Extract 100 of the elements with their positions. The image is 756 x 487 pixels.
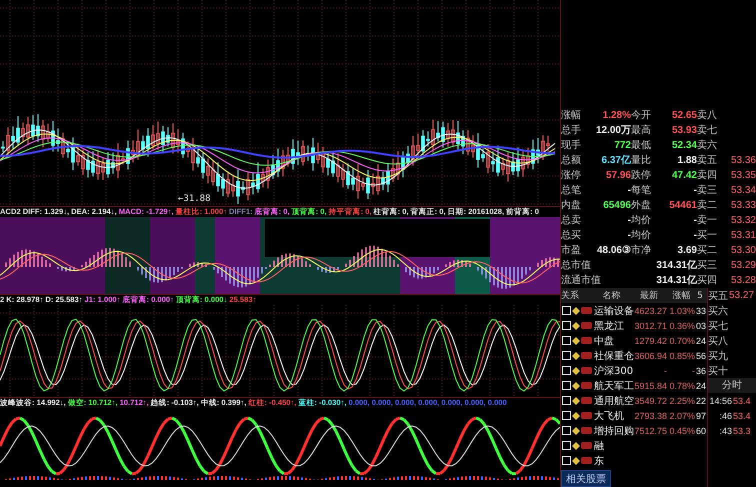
order-level: 卖七 <box>697 124 718 138</box>
order-price: 53.35 <box>730 169 756 183</box>
field-label: 均价 <box>631 229 652 243</box>
field-label: 总买 <box>561 228 582 243</box>
price-value: 1279.42 <box>633 336 667 346</box>
order-level: 卖四 <box>697 168 718 183</box>
checkbox[interactable] <box>562 351 571 360</box>
field-value: 314.31亿 <box>655 274 697 288</box>
table-cell: 24 <box>695 380 706 390</box>
change-value: 0.70% <box>668 336 695 346</box>
sector-name[interactable]: 社保重仓 <box>594 348 632 362</box>
trade-time: :43 <box>718 426 732 436</box>
field-label: 跌停 <box>631 168 652 183</box>
column-header[interactable]: 5 <box>697 290 707 300</box>
field-value: 65496 <box>602 199 631 213</box>
sector-name[interactable]: 融 <box>594 438 632 452</box>
tag-icon <box>581 352 592 359</box>
sector-name[interactable]: 东 <box>594 454 632 468</box>
field-value: 1.28% <box>602 109 631 123</box>
order-level: 卖三 <box>697 184 718 198</box>
field-label: 总卖 <box>561 214 582 228</box>
sector-name[interactable]: 中盘 <box>594 334 632 348</box>
table-cell: 24 <box>695 336 706 346</box>
column-header[interactable]: 名称 <box>590 289 632 302</box>
change-value: - <box>691 366 695 376</box>
sector-name[interactable]: 航天军工 <box>594 378 632 392</box>
checkbox[interactable] <box>562 306 571 315</box>
field-value: 52.34 <box>670 139 697 153</box>
order-level: 买七 <box>708 320 728 332</box>
checkbox[interactable] <box>562 321 571 330</box>
tag-icon <box>581 337 592 344</box>
change-value: 0.78% <box>668 380 695 390</box>
field-label: 量比 <box>631 154 652 168</box>
sector-name[interactable]: 通用航空 <box>594 394 632 408</box>
tag-icon <box>581 412 592 419</box>
checkbox[interactable] <box>562 426 571 435</box>
tab[interactable]: 相关股票 <box>561 470 611 487</box>
sector-name[interactable]: 沪深300 <box>594 364 632 378</box>
column-header[interactable]: 关系 <box>561 289 591 302</box>
checkbox[interactable] <box>562 336 571 345</box>
checkbox[interactable] <box>562 396 571 405</box>
change-value: 0.45% <box>668 426 695 436</box>
checkbox[interactable] <box>562 366 571 375</box>
field-label: 总笔 <box>561 184 582 198</box>
order-level: 卖八 <box>697 108 718 123</box>
order-price: 53.28 <box>730 274 756 288</box>
tag-icon <box>581 457 592 464</box>
price-value: 2793.38 <box>633 410 667 420</box>
field-label: 总手 <box>561 124 582 138</box>
panel-title: 分时 <box>708 378 756 393</box>
checkbox[interactable] <box>562 456 571 465</box>
field-value: - <box>692 229 697 243</box>
field-value: - <box>626 184 631 198</box>
change-value: 0.85% <box>668 350 695 360</box>
sector-name[interactable]: 黑龙江 <box>594 318 632 332</box>
order-price: 53.36 <box>730 154 756 168</box>
trade-price: 53.4 <box>733 396 751 406</box>
sector-name[interactable]: 增持回购 <box>594 424 632 438</box>
checkbox[interactable] <box>562 411 571 420</box>
field-label: 最低 <box>631 139 652 153</box>
order-price: 53.33 <box>730 199 756 213</box>
tag-icon <box>581 397 592 404</box>
order-level: 买二 <box>697 244 718 258</box>
field-label: 每笔 <box>631 184 652 198</box>
order-level: 买六 <box>708 304 728 318</box>
field-label: 市净 <box>631 244 652 258</box>
table-cell: 03 <box>695 320 706 330</box>
sector-name[interactable]: 运输设备 <box>594 304 632 318</box>
order-level: 卖五 <box>697 154 718 168</box>
order-level: 买一 <box>697 229 718 243</box>
column-header[interactable]: 涨幅 <box>666 289 698 302</box>
table-cell: 56 <box>695 350 706 360</box>
table-cell: 36 <box>695 366 706 376</box>
field-label: 涨停 <box>561 168 582 183</box>
trade-time: :46 <box>718 410 732 420</box>
field-value: - <box>626 229 631 243</box>
price-value: 7512.75 <box>634 426 667 436</box>
field-value: - <box>692 184 697 198</box>
sector-name[interactable]: 大飞机 <box>594 408 632 422</box>
column-header[interactable]: 最新 <box>632 289 666 302</box>
field-value: 52.65 <box>670 109 697 123</box>
order-level: 买九 <box>708 350 728 362</box>
field-value: - <box>692 214 697 228</box>
price-label: ←31.88 <box>178 194 211 204</box>
field-value: 47.42 <box>670 169 697 183</box>
field-label: 涨幅 <box>561 108 582 123</box>
price-value: 3012.71 <box>633 320 667 330</box>
field-value: 1.88 <box>676 154 697 168</box>
field-label: 内盘 <box>561 198 582 213</box>
price-value: 3606.94 <box>634 350 667 360</box>
order-level: 买五 <box>708 290 728 302</box>
checkbox[interactable] <box>562 441 571 450</box>
order-level: 卖二 <box>697 198 718 213</box>
checkbox[interactable] <box>562 381 571 390</box>
table-cell: 22 <box>695 396 706 406</box>
tag-icon <box>581 367 592 374</box>
field-value: - <box>626 214 631 228</box>
price-value: 5915.84 <box>634 380 667 390</box>
price-value: 3549.72 <box>634 396 667 406</box>
trade-time: 14:56 <box>708 396 732 406</box>
